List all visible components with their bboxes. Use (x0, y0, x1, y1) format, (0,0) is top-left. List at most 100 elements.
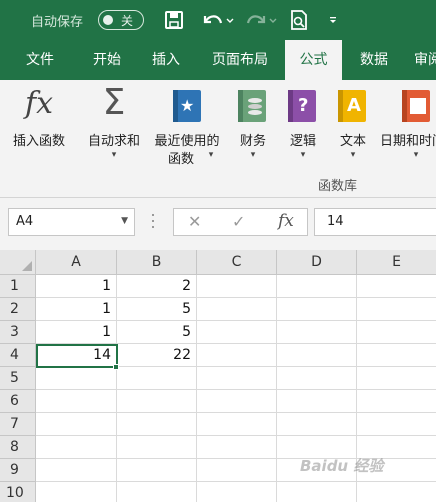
cell-c8[interactable] (197, 436, 277, 459)
row-header[interactable]: 6 (0, 390, 36, 413)
recently-used-label-line1: 最近使用的 (154, 134, 220, 149)
cell-c1[interactable] (197, 275, 277, 298)
function-library-group-label: 函数库 (318, 179, 358, 194)
cell-d5[interactable] (277, 367, 357, 390)
row-header[interactable]: 1 (0, 275, 36, 298)
column-header-b[interactable]: B (117, 250, 197, 275)
cell-c6[interactable] (197, 390, 277, 413)
cell-d3[interactable] (277, 321, 357, 344)
splitter-handle[interactable] (151, 212, 155, 232)
cell-c9[interactable] (197, 459, 277, 482)
cell-d1[interactable] (277, 275, 357, 298)
cell-c7[interactable] (197, 413, 277, 436)
star-book-icon: ★ (173, 90, 201, 122)
cell-a3[interactable]: 1 (36, 321, 117, 344)
row-header[interactable]: 8 (0, 436, 36, 459)
insert-function-fx-icon[interactable]: fx (278, 211, 294, 231)
watermark-logo: Baidu 经验 (300, 457, 384, 475)
name-box[interactable]: A4 ▼ (8, 208, 135, 236)
autosave-toggle[interactable]: 关 (98, 10, 144, 30)
cell-e6[interactable] (357, 390, 436, 413)
cancel-icon[interactable]: ✕ (188, 212, 201, 231)
financial-button[interactable]: 财务 ▾ (230, 80, 276, 180)
name-box-value: A4 (16, 214, 34, 229)
cell-b7[interactable] (117, 413, 197, 436)
cell-e4[interactable] (357, 344, 436, 367)
redo-icon[interactable] (243, 9, 279, 31)
cell-a6[interactable] (36, 390, 117, 413)
insert-function-button[interactable]: fx 插入函数 (4, 80, 74, 180)
cell-a8[interactable] (36, 436, 117, 459)
formula-input[interactable]: 14 (314, 208, 436, 236)
cell-a2[interactable]: 1 (36, 298, 117, 321)
cell-b6[interactable] (117, 390, 197, 413)
row-header[interactable]: 2 (0, 298, 36, 321)
cell-a5[interactable] (36, 367, 117, 390)
column-header-c[interactable]: C (197, 250, 277, 275)
tab-review[interactable]: 审阅 (406, 40, 436, 80)
cell-b2[interactable]: 5 (117, 298, 197, 321)
cell-e10[interactable] (357, 482, 436, 502)
row-header[interactable]: 3 (0, 321, 36, 344)
undo-icon[interactable] (200, 9, 236, 31)
cell-a4[interactable]: 14 (36, 344, 117, 367)
function-fx-icon: fx (24, 86, 54, 121)
save-icon[interactable] (163, 9, 185, 31)
row-header[interactable]: 9 (0, 459, 36, 482)
tab-insert[interactable]: 插入 (140, 40, 192, 80)
cell-c2[interactable] (197, 298, 277, 321)
select-all-button[interactable] (0, 250, 36, 275)
tab-home[interactable]: 开始 (81, 40, 133, 80)
cell-e2[interactable] (357, 298, 436, 321)
column-header-d[interactable]: D (277, 250, 357, 275)
row-header[interactable]: 5 (0, 367, 36, 390)
insert-function-label: 插入函数 (12, 134, 65, 149)
tab-data[interactable]: 数据 (348, 40, 400, 80)
print-preview-icon[interactable] (288, 9, 310, 31)
cell-d4[interactable] (277, 344, 357, 367)
cell-d7[interactable] (277, 413, 357, 436)
tab-page-layout[interactable]: 页面布局 (203, 40, 277, 80)
cell-b3[interactable]: 5 (117, 321, 197, 344)
cell-c10[interactable] (197, 482, 277, 502)
sigma-icon: Σ (102, 82, 126, 123)
cell-b8[interactable] (117, 436, 197, 459)
cell-e3[interactable] (357, 321, 436, 344)
text-button[interactable]: A 文本 ▾ (330, 80, 376, 180)
cell-e1[interactable] (357, 275, 436, 298)
cell-a10[interactable] (36, 482, 117, 502)
datetime-button[interactable]: 日期和时间 ▾ (380, 80, 436, 180)
cell-a1[interactable]: 1 (36, 275, 117, 298)
enter-icon[interactable]: ✓ (232, 212, 245, 231)
cell-b9[interactable] (117, 459, 197, 482)
cell-d2[interactable] (277, 298, 357, 321)
customize-quick-access-icon[interactable] (326, 9, 340, 31)
row-header[interactable]: 10 (0, 482, 36, 502)
tab-formulas[interactable]: 公式 (285, 40, 342, 80)
cell-c5[interactable] (197, 367, 277, 390)
cell-b4[interactable]: 22 (117, 344, 197, 367)
recently-used-button[interactable]: ★ 最近使用的 函数 ▾ (148, 80, 226, 180)
column-header-e[interactable]: E (357, 250, 436, 275)
row-header[interactable]: 7 (0, 413, 36, 436)
row-header[interactable]: 4 (0, 344, 36, 367)
cell-a9[interactable] (36, 459, 117, 482)
cell-b5[interactable] (117, 367, 197, 390)
cell-c3[interactable] (197, 321, 277, 344)
autosum-button[interactable]: Σ 自动求和 ▾ (80, 80, 148, 180)
cell-e5[interactable] (357, 367, 436, 390)
column-header-a[interactable]: A (36, 250, 117, 275)
chevron-down-icon[interactable]: ▼ (121, 216, 128, 226)
cell-b1[interactable]: 2 (117, 275, 197, 298)
fill-handle[interactable] (113, 364, 119, 370)
cell-d10[interactable] (277, 482, 357, 502)
cell-b10[interactable] (117, 482, 197, 502)
formula-tools: ✕ ✓ fx (173, 208, 308, 236)
formula-value: 14 (327, 214, 344, 229)
cell-c4[interactable] (197, 344, 277, 367)
cell-e7[interactable] (357, 413, 436, 436)
tab-file[interactable]: 文件 (14, 40, 66, 80)
logical-button[interactable]: ? 逻辑 ▾ (280, 80, 326, 180)
cell-d6[interactable] (277, 390, 357, 413)
cell-a7[interactable] (36, 413, 117, 436)
